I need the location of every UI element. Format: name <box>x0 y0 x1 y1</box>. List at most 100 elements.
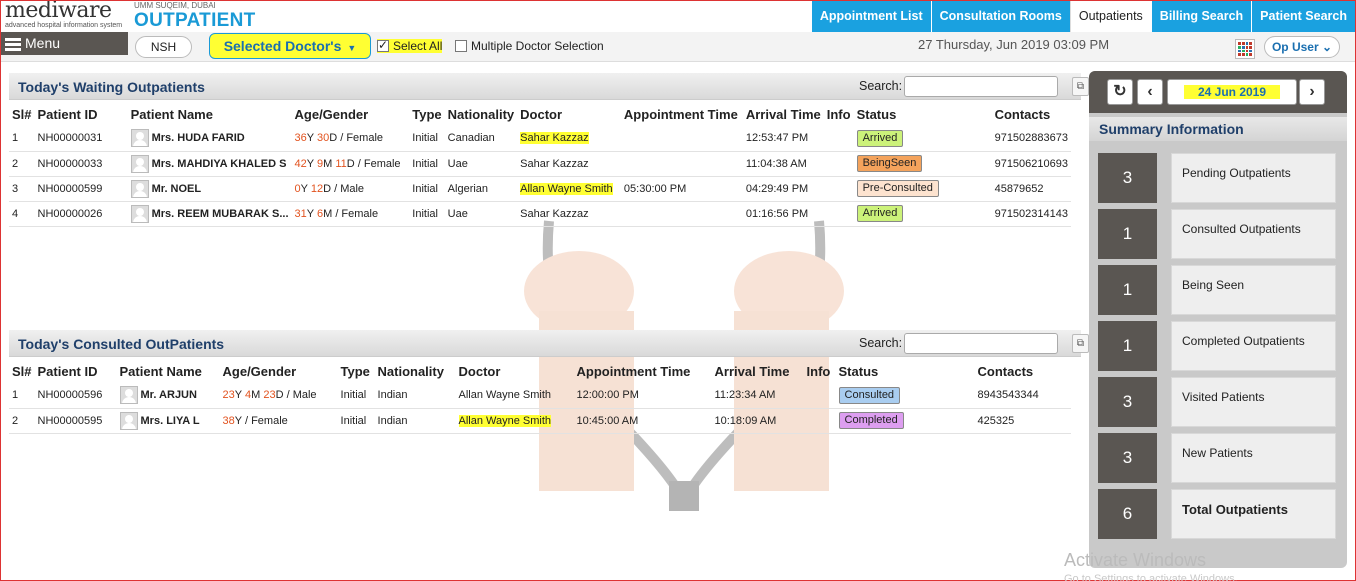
cell-status: BeingSeen <box>853 151 992 177</box>
col-header: Sl# <box>12 364 32 379</box>
summary-item[interactable]: 1 Consulted Outpatients <box>1098 209 1336 259</box>
apps-grid-icon[interactable] <box>1235 39 1255 59</box>
col-header: Patient ID <box>37 364 98 379</box>
cell-info <box>823 176 854 202</box>
table-row[interactable]: 1 NH00000596 Mr. ARJUN 23Y 4M 23D / Male Ini… <box>9 383 1071 409</box>
export-icon[interactable]: ⧉ <box>1072 334 1089 353</box>
summary-count: 1 <box>1098 265 1157 315</box>
table-row[interactable]: 3 NH00000599 Mr. NOEL 0Y 12D / Male Initial A… <box>9 176 1071 202</box>
tab-billing-search[interactable]: Billing Search <box>1150 1 1252 32</box>
waiting-search-input[interactable] <box>904 76 1058 97</box>
consulted-search-input[interactable] <box>904 333 1058 354</box>
tab-consultation-rooms[interactable]: Consultation Rooms <box>930 1 1070 32</box>
summary-item[interactable]: 3 New Patients <box>1098 433 1336 483</box>
cell-doctor: Sahar Kazzaz <box>517 151 621 177</box>
cell-patient-name[interactable]: Mrs. REEM MUBARAK S... <box>127 201 292 227</box>
cell-patient-id: NH00000595 <box>34 408 117 434</box>
user-menu[interactable]: Op User ⌄ <box>1264 36 1340 58</box>
table-row[interactable]: 2 NH00000033 Mrs. MAHDIYA KHALED S 42Y 9M 1… <box>9 151 1071 177</box>
top-nav-tabs: Appointment List Consultation Rooms Outp… <box>810 1 1355 32</box>
date-navigator: ↻ ‹ 24 Jun 2019 › <box>1089 71 1347 113</box>
table-row[interactable]: 2 NH00000595 Mrs. LIYA L 38Y / Female Initia… <box>9 408 1071 434</box>
table-header-row: Sl# Patient ID Patient Name Age/Gender T… <box>9 103 1071 126</box>
cell-appointment-time: 10:45:00 AM <box>573 408 712 434</box>
nsh-button[interactable]: NSH <box>135 36 192 58</box>
table-row[interactable]: 1 NH00000031 Mrs. HUDA FARID 36Y 30D / Fema… <box>9 126 1071 152</box>
export-icon[interactable]: ⧉ <box>1072 77 1089 96</box>
summary-count: 1 <box>1098 209 1157 259</box>
status-badge[interactable]: Pre-Consulted <box>856 180 939 197</box>
waiting-outpatients-section: Today's Waiting Outpatients Search: ⧉ Sl… <box>9 73 1089 323</box>
cell-type: Initial <box>409 201 445 227</box>
select-all-checkbox[interactable]: Select All <box>377 38 443 53</box>
tab-outpatients[interactable]: Outpatients <box>1069 1 1151 32</box>
summary-label: Visited Patients <box>1171 377 1336 427</box>
activate-windows-watermark: Activate Windows <box>1064 550 1207 570</box>
hamburger-icon <box>5 36 21 53</box>
section-header: Today's Waiting Outpatients Search: ⧉ <box>9 73 1089 100</box>
summary-item[interactable]: 1 Being Seen <box>1098 265 1336 315</box>
cell-patient-name[interactable]: Mr. NOEL <box>127 176 292 202</box>
cell-sl: 1 <box>9 383 35 409</box>
summary-label: Total Outpatients <box>1171 489 1336 539</box>
cell-patient-name[interactable]: Mrs. HUDA FARID <box>127 126 292 152</box>
table-row[interactable]: 4 NH00000026 Mrs. REEM MUBARAK S... 31Y 6M … <box>9 201 1071 227</box>
cell-arrival-time: 04:29:49 PM <box>742 176 824 202</box>
status-badge[interactable]: Completed <box>838 412 904 429</box>
summary-title: Summary Information <box>1089 117 1347 141</box>
summary-item[interactable]: 3 Visited Patients <box>1098 377 1336 427</box>
summary-item[interactable]: 1 Completed Outpatients <box>1098 321 1336 371</box>
cell-patient-name[interactable]: Mr. ARJUN <box>116 383 220 409</box>
status-badge[interactable]: Consulted <box>838 386 901 404</box>
table-header-row: Sl# Patient ID Patient Name Age/Gender T… <box>9 360 1071 383</box>
status-badge[interactable]: BeingSeen <box>856 155 923 172</box>
col-header: Doctor <box>458 364 501 379</box>
status-badge[interactable]: Arrived <box>856 129 904 147</box>
doctor-select-dropdown[interactable]: Selected Doctor's ▼ <box>209 33 371 59</box>
cell-sl: 2 <box>9 408 35 434</box>
next-date-button[interactable]: › <box>1299 79 1325 105</box>
cell-doctor: Sahar Kazzaz <box>517 126 621 152</box>
cell-status: Arrived <box>853 126 992 152</box>
status-badge[interactable]: Arrived <box>856 205 904 222</box>
cell-info <box>803 383 836 409</box>
cell-status: Consulted <box>835 383 975 409</box>
cell-arrival-time: 11:04:38 AM <box>742 151 824 177</box>
caret-down-icon: ▼ <box>347 43 357 53</box>
summary-count: 3 <box>1098 377 1157 427</box>
cell-sl: 3 <box>9 176 35 202</box>
refresh-icon[interactable]: ↻ <box>1107 79 1133 105</box>
avatar-icon <box>130 179 149 198</box>
col-header: Contacts <box>977 364 1034 379</box>
summary-count: 3 <box>1098 433 1157 483</box>
cell-contacts: 425325 <box>974 408 1071 434</box>
col-header: Sl# <box>12 107 32 122</box>
cell-doctor: Allan Wayne Smith <box>455 383 574 409</box>
col-header: Patient Name <box>130 107 213 122</box>
consulted-table: Sl# Patient ID Patient Name Age/Gender T… <box>9 360 1071 434</box>
cell-appointment-time: 12:00:00 PM <box>573 383 712 409</box>
cell-info <box>823 151 854 177</box>
cell-patient-name[interactable]: Mrs. LIYA L <box>116 408 220 434</box>
avatar-icon <box>130 129 149 148</box>
summary-count: 3 <box>1098 153 1157 203</box>
multiple-doctor-checkbox[interactable]: Multiple Doctor Selection <box>455 39 604 53</box>
cell-doctor: Allan Wayne Smith <box>517 176 621 202</box>
cell-patient-id: NH00000596 <box>34 383 117 409</box>
menu-button[interactable]: Menu <box>1 32 128 55</box>
avatar-icon <box>130 204 149 223</box>
cell-contacts: 8943543344 <box>974 383 1071 409</box>
summary-item[interactable]: 3 Pending Outpatients <box>1098 153 1336 203</box>
summary-item[interactable]: 6 Total Outpatients <box>1098 489 1336 539</box>
module-title: OUTPATIENT <box>134 10 256 31</box>
selected-date[interactable]: 24 Jun 2019 <box>1167 79 1297 105</box>
cell-sl: 1 <box>9 126 35 152</box>
search-label: Search: <box>859 79 903 93</box>
col-header: Contacts <box>994 107 1051 122</box>
cell-patient-name[interactable]: Mrs. MAHDIYA KHALED S <box>127 151 292 177</box>
prev-date-button[interactable]: ‹ <box>1137 79 1163 105</box>
activate-windows-hint: Go to Settings to activate Windows. <box>1064 573 1238 581</box>
tab-appointment-list[interactable]: Appointment List <box>810 1 931 32</box>
tab-patient-search[interactable]: Patient Search <box>1251 1 1355 32</box>
summary-count: 6 <box>1098 489 1157 539</box>
